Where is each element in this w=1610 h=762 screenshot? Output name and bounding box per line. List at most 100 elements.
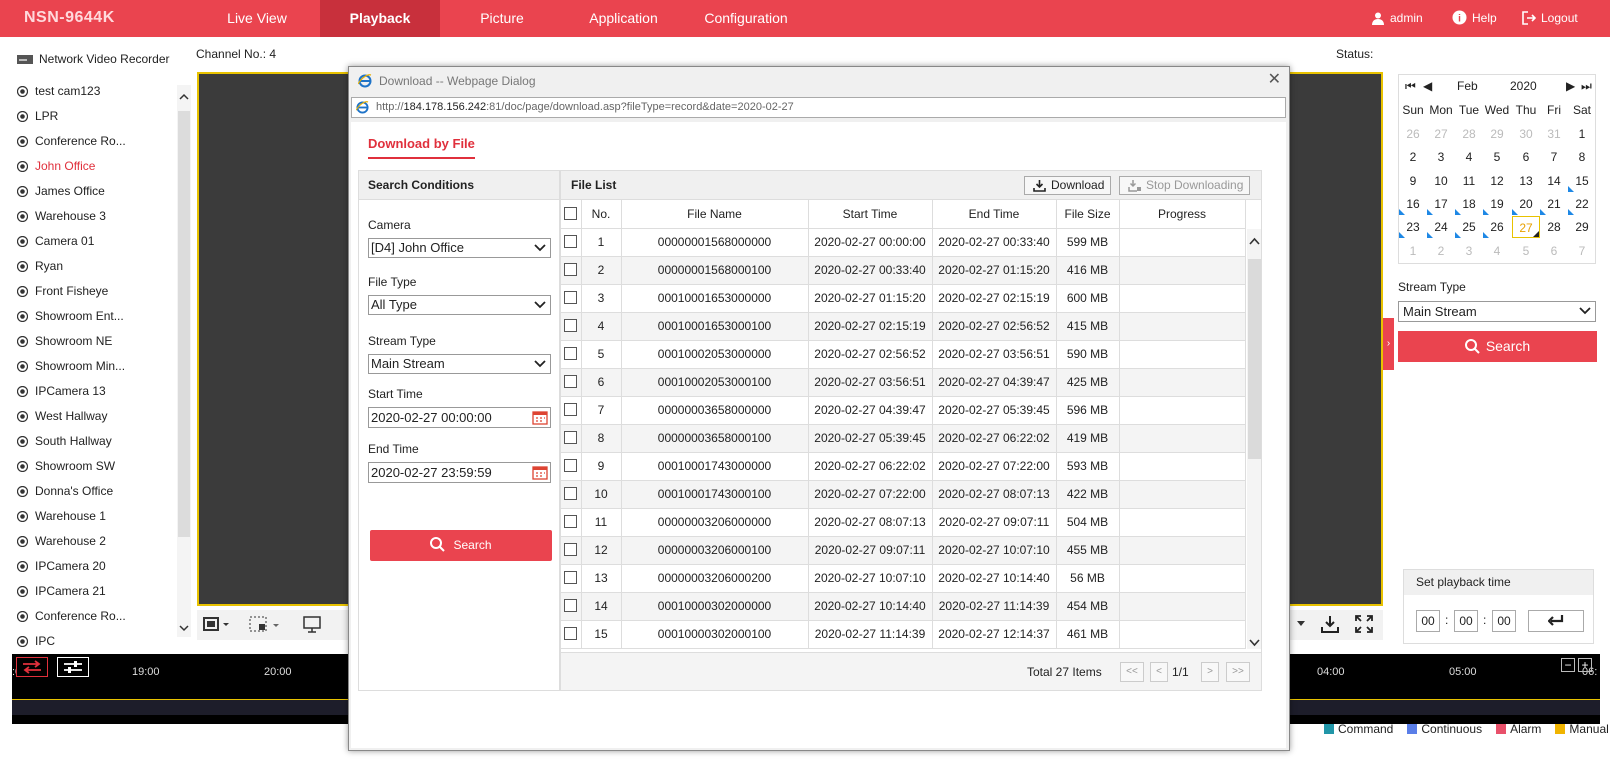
camera-item[interactable]: Showroom Ent... xyxy=(14,304,176,329)
camera-item[interactable]: Camera 01 xyxy=(14,229,176,254)
camera-item[interactable]: LPR xyxy=(14,104,176,129)
row-checkbox[interactable] xyxy=(564,375,578,388)
calendar-day[interactable]: 8 xyxy=(1568,146,1596,168)
camera-item[interactable]: Warehouse 3 xyxy=(14,204,176,229)
prev-month-icon[interactable]: ◀ xyxy=(1423,79,1432,93)
table-row[interactable]: 1 00000001568000000 2020-02-27 00:00:00 202… xyxy=(561,228,1246,257)
nav-configuration[interactable]: Configuration xyxy=(696,0,796,37)
calendar-day[interactable]: 1 xyxy=(1568,123,1596,145)
calendar-day[interactable]: 20 xyxy=(1512,193,1540,215)
row-checkbox[interactable] xyxy=(564,403,578,416)
row-checkbox[interactable] xyxy=(564,347,578,360)
table-row[interactable]: 6 00010002053000100 2020-02-27 03:56:51 202… xyxy=(561,368,1246,397)
scroll-thumb[interactable] xyxy=(178,111,190,537)
row-checkbox[interactable] xyxy=(564,627,578,640)
calendar-day[interactable]: 13 xyxy=(1512,170,1540,192)
table-row[interactable]: 14 00010000302000000 2020-02-27 10:14:40 20… xyxy=(561,592,1246,621)
table-row[interactable]: 13 00000003206000200 2020-02-27 10:07:10 20… xyxy=(561,564,1246,593)
calendar-day[interactable]: 28 xyxy=(1540,216,1568,238)
calendar-day[interactable]: 22 xyxy=(1568,193,1596,215)
calendar-day[interactable]: 14 xyxy=(1540,170,1568,192)
table-row[interactable]: 12 00000003206000100 2020-02-27 09:07:11 20… xyxy=(561,536,1246,565)
camera-item[interactable]: South Hallway xyxy=(14,429,176,454)
collapse-panel-toggle[interactable]: › xyxy=(1383,318,1394,370)
next-month-icon[interactable]: ▶ xyxy=(1566,79,1575,93)
nav-playback[interactable]: Playback xyxy=(320,0,440,37)
camera-item[interactable]: Ryan xyxy=(14,254,176,279)
row-checkbox[interactable] xyxy=(564,515,578,528)
calendar-icon[interactable] xyxy=(532,410,548,425)
camera-item[interactable]: John Office xyxy=(14,154,176,179)
dialog-stream-type-select[interactable]: Main Stream xyxy=(368,354,551,374)
calendar-day[interactable]: 23 xyxy=(1399,216,1427,239)
row-checkbox[interactable] xyxy=(564,571,578,584)
camera-item[interactable]: Warehouse 1 xyxy=(14,504,176,529)
scroll-down-icon[interactable] xyxy=(179,625,189,632)
camera-item[interactable]: IPCamera 20 xyxy=(14,554,176,579)
camera-select[interactable]: [D4] John Office xyxy=(368,238,551,258)
calendar-day[interactable]: 3 xyxy=(1455,240,1483,262)
camera-item[interactable]: IPCamera 21 xyxy=(14,579,176,604)
camera-item[interactable]: West Hallway xyxy=(14,404,176,429)
calendar-day[interactable]: 5 xyxy=(1483,146,1511,168)
calendar-day[interactable]: 2 xyxy=(1399,146,1427,168)
calendar-day[interactable]: 4 xyxy=(1455,146,1483,168)
row-checkbox[interactable] xyxy=(564,263,578,276)
row-checkbox[interactable] xyxy=(564,487,578,500)
close-icon[interactable]: ✕ xyxy=(1268,72,1281,88)
nav-live-view[interactable]: Live View xyxy=(207,0,307,37)
calendar-day[interactable]: 7 xyxy=(1540,146,1568,168)
calendar-day[interactable]: 17 xyxy=(1427,193,1455,215)
calendar-day[interactable]: 10 xyxy=(1427,170,1455,192)
select-all-checkbox[interactable] xyxy=(564,206,578,220)
calendar-day[interactable]: 19 xyxy=(1483,193,1511,215)
next-page-button[interactable]: > xyxy=(1201,662,1219,682)
table-row[interactable]: 15 00010000302000100 2020-02-27 11:14:39 20… xyxy=(561,620,1246,649)
prev-year-icon[interactable]: ⏮ xyxy=(1405,79,1416,94)
calendar-day[interactable]: 4 xyxy=(1483,240,1511,262)
calendar-day[interactable]: 5 xyxy=(1512,240,1540,262)
camera-item[interactable]: Front Fisheye xyxy=(14,279,176,304)
scroll-down-icon[interactable] xyxy=(1249,639,1260,647)
row-checkbox[interactable] xyxy=(564,459,578,472)
camera-item[interactable]: Conference Ro... xyxy=(14,129,176,154)
zoom-out-button[interactable]: − xyxy=(1561,658,1575,672)
calendar-day[interactable]: 21 xyxy=(1540,193,1568,215)
tab-download-by-file[interactable]: Download by File xyxy=(368,136,475,159)
calendar-day[interactable]: 27 xyxy=(1512,216,1540,239)
fullscreen-icon[interactable] xyxy=(1355,615,1373,633)
camera-item[interactable]: Showroom Min... xyxy=(14,354,176,379)
digital-zoom-icon[interactable] xyxy=(303,616,321,633)
calendar-day[interactable]: 3 xyxy=(1427,146,1455,168)
calendar-day[interactable]: 16 xyxy=(1399,193,1427,215)
camera-item[interactable]: test cam123 xyxy=(14,79,176,104)
camera-item[interactable]: Conference Ro... xyxy=(14,604,176,629)
row-checkbox[interactable] xyxy=(564,319,578,332)
calendar-day[interactable]: 1 xyxy=(1399,240,1427,262)
prev-page-button[interactable]: < xyxy=(1150,662,1168,682)
logout-link[interactable]: Logout xyxy=(1522,0,1578,37)
camera-list-scrollbar[interactable] xyxy=(177,85,191,637)
nav-picture[interactable]: Picture xyxy=(462,0,542,37)
table-row[interactable]: 8 00000003658000100 2020-02-27 05:39:45 202… xyxy=(561,424,1246,453)
calendar-day[interactable]: 7 xyxy=(1568,240,1596,262)
calendar-day[interactable]: 25 xyxy=(1455,216,1483,239)
scroll-up-icon[interactable] xyxy=(1249,237,1260,245)
hour-input[interactable]: 00 xyxy=(1416,610,1440,632)
scroll-up-icon[interactable] xyxy=(179,93,189,100)
calendar-day[interactable]: 31 xyxy=(1540,123,1568,145)
minute-input[interactable]: 00 xyxy=(1454,610,1478,632)
end-time-input[interactable]: 2020-02-27 23:59:59 xyxy=(368,462,551,483)
calendar-day[interactable]: 15 xyxy=(1568,170,1596,192)
sync-playback-button[interactable] xyxy=(16,657,48,677)
dialog-search-button[interactable]: Search xyxy=(370,530,552,561)
table-row[interactable]: 10 00010001743000100 2020-02-27 07:22:00 20… xyxy=(561,480,1246,509)
calendar-day[interactable]: 11 xyxy=(1455,170,1483,192)
scroll-thumb[interactable] xyxy=(1248,259,1261,459)
calendar-day[interactable]: 29 xyxy=(1483,123,1511,145)
table-row[interactable]: 11 00000003206000000 2020-02-27 08:07:13 20… xyxy=(561,508,1246,537)
camera-item[interactable]: Showroom NE xyxy=(14,329,176,354)
nav-application[interactable]: Application xyxy=(575,0,672,37)
calendar-day[interactable]: 9 xyxy=(1399,170,1427,192)
calendar-day[interactable]: 6 xyxy=(1540,240,1568,262)
